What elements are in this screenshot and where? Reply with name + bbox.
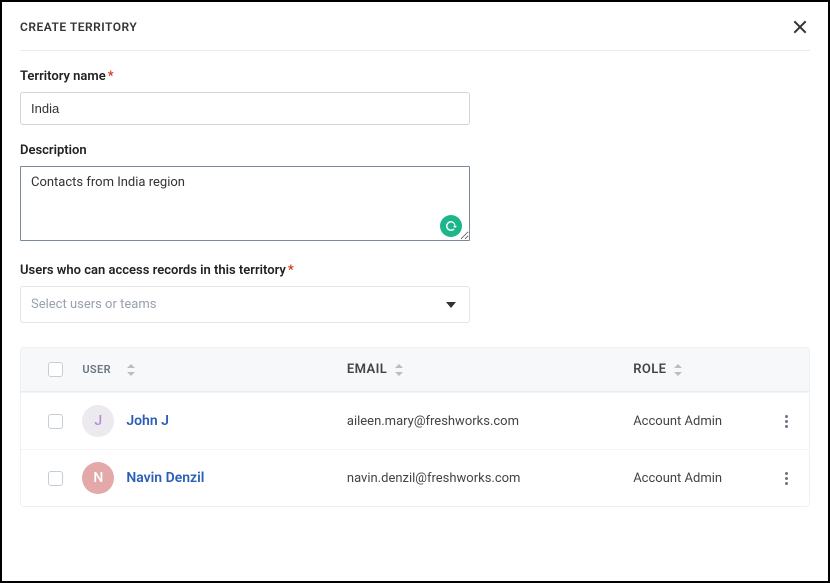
close-icon[interactable] (792, 18, 810, 36)
territory-name-label: Territory name* (20, 69, 810, 84)
header-role[interactable]: ROLE (633, 362, 666, 377)
sort-icon[interactable] (127, 364, 135, 376)
header-email[interactable]: EMAIL (347, 362, 387, 377)
sort-icon[interactable] (395, 364, 403, 376)
header-user[interactable]: USER (82, 363, 111, 376)
select-all-checkbox[interactable] (48, 362, 63, 377)
row-checkbox[interactable] (48, 414, 63, 429)
user-name-link[interactable]: Navin Denzil (126, 470, 204, 486)
territory-name-input[interactable] (20, 92, 470, 125)
user-email: navin.denzil@freshworks.com (347, 471, 633, 486)
kebab-menu-icon[interactable] (781, 411, 792, 432)
user-email: aileen.mary@freshworks.com (347, 414, 633, 429)
table-row: N Navin Denzil navin.denzil@freshworks.c… (21, 449, 809, 506)
table-header-row: USER EMAIL ROLE (21, 348, 809, 392)
row-checkbox[interactable] (48, 471, 63, 486)
required-asterisk: * (108, 69, 114, 84)
table-row: J John J aileen.mary@freshworks.com Acco… (21, 392, 809, 449)
kebab-menu-icon[interactable] (781, 468, 792, 489)
description-label: Description (20, 143, 810, 158)
required-asterisk: * (288, 263, 294, 278)
modal-title: CREATE TERRITORY (20, 20, 137, 34)
user-name-link[interactable]: John J (126, 413, 169, 429)
grammarly-icon (440, 215, 462, 237)
sort-icon[interactable] (674, 364, 682, 376)
user-role: Account Admin (633, 414, 771, 429)
avatar: J (82, 405, 114, 437)
user-role: Account Admin (633, 471, 771, 486)
description-textarea[interactable] (20, 166, 470, 241)
users-access-label: Users who can access records in this ter… (20, 263, 810, 278)
users-select-dropdown[interactable]: Select users or teams (20, 286, 470, 323)
users-table: USER EMAIL ROLE J John J aileen.mary@fre… (20, 347, 810, 507)
users-access-label-text: Users who can access records in this ter… (20, 263, 286, 278)
territory-name-label-text: Territory name (20, 69, 106, 84)
avatar: N (82, 462, 114, 494)
